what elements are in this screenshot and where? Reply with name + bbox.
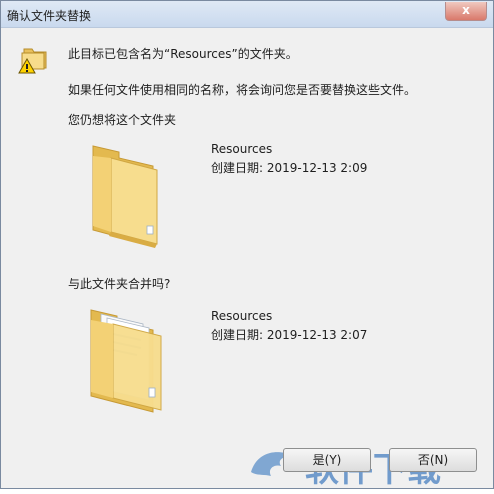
close-icon: x xyxy=(462,3,470,17)
incoming-folder-icon xyxy=(90,309,162,413)
title-bar[interactable]: 确认文件夹替换 x xyxy=(1,1,493,28)
incoming-folder-name: Resources xyxy=(211,309,273,323)
merge-question: 与此文件夹合并吗? xyxy=(68,277,171,291)
existing-folder-icon xyxy=(92,145,158,248)
close-button[interactable]: x xyxy=(445,2,487,21)
message-line-1: 此目标已包含名为“Resources”的文件夹。 xyxy=(68,47,298,61)
yes-button[interactable]: 是(Y) xyxy=(283,448,371,472)
existing-folder-date: 创建日期: 2019-12-13 2:09 xyxy=(211,161,368,175)
message-line-2: 如果任何文件使用相同的名称，将会询问您是否要替换这些文件。 xyxy=(68,83,417,97)
warning-folder-icon xyxy=(18,48,47,74)
confirm-folder-replace-dialog: 确认文件夹替换 x 此目标已包含名为“Resources”的文件夹。 如果任何文… xyxy=(0,0,494,490)
dialog-content: 此目标已包含名为“Resources”的文件夹。 如果任何文件使用相同的名称，将… xyxy=(1,28,493,490)
message-line-3: 您仍想将这个文件夹 xyxy=(68,113,177,127)
existing-folder-name: Resources xyxy=(211,142,273,156)
window-title: 确认文件夹替换 xyxy=(7,9,92,23)
no-button[interactable]: 否(N) xyxy=(389,448,477,472)
incoming-folder-date: 创建日期: 2019-12-13 2:07 xyxy=(211,328,368,342)
